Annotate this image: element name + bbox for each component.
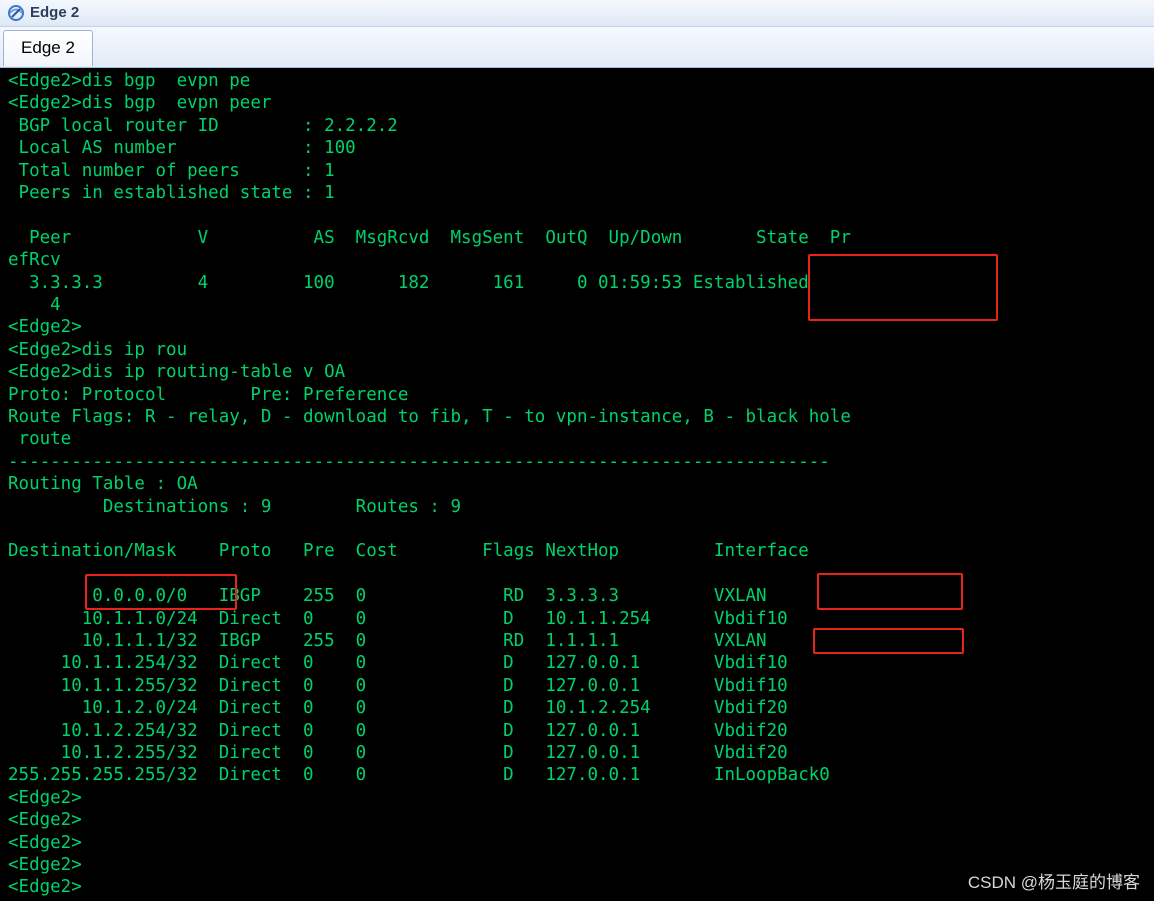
terminal-line: 255.255.255.255/32 Direct 0 0 D 127.0.0.… — [8, 765, 830, 786]
tab-bar: Edge 2 — [0, 27, 1154, 68]
terminal-line: Peer V AS MsgRcvd MsgSent OutQ Up/Down S… — [8, 227, 851, 248]
terminal-line: ----------------------------------------… — [8, 451, 830, 472]
terminal-line: Total number of peers : 1 — [8, 160, 335, 181]
terminal-line: Destinations : 9 Routes : 9 — [8, 496, 462, 517]
terminal-line: <Edge2> — [8, 787, 82, 808]
app-icon — [8, 5, 24, 21]
highlight-vxlan-interface-1 — [817, 573, 963, 610]
terminal-line: Local AS number : 100 — [8, 138, 356, 159]
highlight-vxlan-interface-2 — [813, 628, 964, 654]
terminal-line: 3.3.3.3 4 100 182 161 0 01:59:53 Establi… — [8, 272, 809, 293]
terminal-line: route — [8, 429, 72, 450]
terminal-line: Peers in established state : 1 — [8, 183, 335, 203]
terminal-line: efRcv — [8, 250, 61, 271]
terminal-line: <Edge2> — [8, 855, 82, 875]
window-title-bar[interactable]: Edge 2 — [0, 0, 1154, 27]
terminal-line: 10.1.2.0/24 Direct 0 0 D 10.1.2.254 Vbdi… — [8, 698, 788, 719]
terminal-line: 10.1.1.255/32 Direct 0 0 D 127.0.0.1 Vbd… — [8, 675, 788, 696]
highlight-established-state — [808, 254, 998, 321]
watermark: CSDN @杨玉庭的博客 — [967, 873, 1140, 892]
terminal-line: <Edge2>dis ip rou — [8, 339, 188, 360]
window-title: Edge 2 — [30, 4, 80, 21]
terminal-line: 10.1.2.254/32 Direct 0 0 D 127.0.0.1 Vbd… — [8, 720, 788, 741]
terminal-line: <Edge2> — [8, 317, 82, 338]
terminal-line: Destination/Mask Proto Pre Cost Flags Ne… — [8, 541, 809, 562]
terminal-line: 4 — [8, 295, 61, 315]
terminal-line: <Edge2> — [8, 810, 82, 831]
terminal-line: Routing Table : OA — [8, 474, 198, 495]
terminal-console[interactable]: <Edge2>dis bgp evpn pe <Edge2>dis bgp evp… — [2, 68, 1154, 901]
terminal-line: Route Flags: R - relay, D - download to … — [8, 407, 851, 427]
terminal-line: <Edge2>dis bgp evpn peer — [8, 93, 272, 114]
highlight-default-route — [85, 574, 237, 610]
tab-edge2[interactable]: Edge 2 — [3, 30, 93, 66]
terminal-line: 10.1.1.1/32 IBGP 255 0 RD 1.1.1.1 VXLAN — [8, 631, 767, 651]
terminal-line: <Edge2>dis bgp evpn pe — [8, 71, 251, 91]
terminal-line: <Edge2> — [8, 877, 82, 898]
terminal-line: BGP local router ID : 2.2.2.2 — [8, 115, 398, 136]
terminal-line: Proto: Protocol Pre: Preference — [8, 384, 409, 405]
terminal-line: <Edge2> — [8, 832, 82, 853]
terminal-line: 10.1.1.254/32 Direct 0 0 D 127.0.0.1 Vbd… — [8, 653, 788, 674]
terminal-line: 10.1.1.0/24 Direct 0 0 D 10.1.1.254 Vbdi… — [8, 608, 788, 629]
terminal-line: 10.1.2.255/32 Direct 0 0 D 127.0.0.1 Vbd… — [8, 743, 788, 763]
terminal-line: <Edge2>dis ip routing-table v OA — [8, 362, 346, 383]
